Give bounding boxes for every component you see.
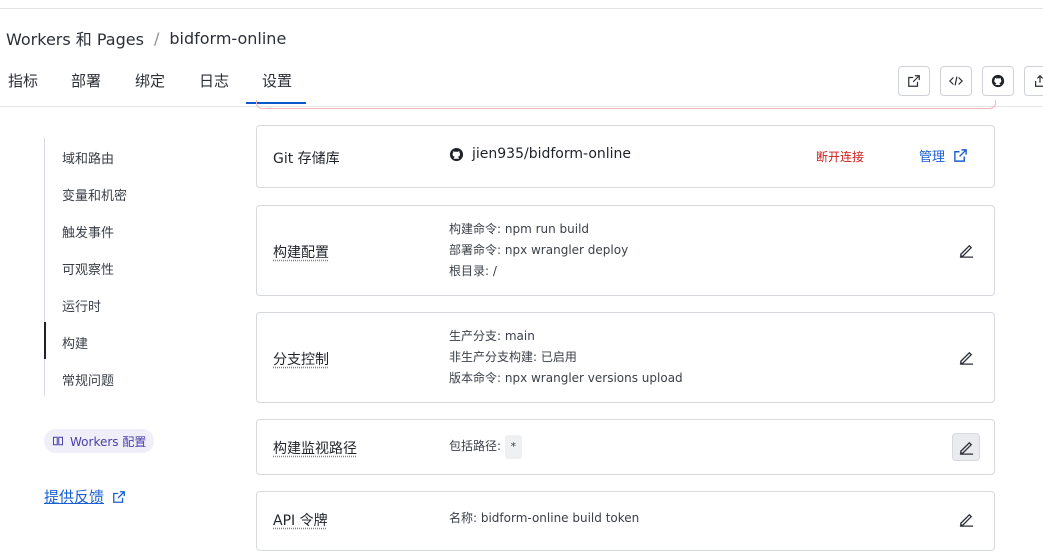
edit-build-config-button[interactable] xyxy=(952,236,980,264)
watch-paths-details: 包括路径: * xyxy=(449,434,522,459)
share-icon xyxy=(1033,74,1043,88)
pencil-icon xyxy=(958,242,975,259)
external-link-icon xyxy=(112,490,126,504)
top-bar xyxy=(0,0,1043,9)
feedback-label: 提供反馈 xyxy=(44,486,104,507)
production-branch: 生产分支: main xyxy=(449,326,683,347)
sidebar-item-domains-routes[interactable]: 域和路由 xyxy=(62,148,114,167)
github-button[interactable] xyxy=(982,66,1014,96)
git-repository-label: Git 存储库 xyxy=(273,148,340,168)
versions-command: 版本命令: npx wrangler versions upload xyxy=(449,368,683,389)
tab-logs[interactable]: 日志 xyxy=(197,66,231,104)
sidebar-item-build[interactable]: 构建 xyxy=(62,333,88,352)
manage-link[interactable]: 管理 xyxy=(919,146,968,165)
repository-name-text: jien935/bidform-online xyxy=(472,146,631,162)
edit-api-token-button[interactable] xyxy=(952,505,980,533)
external-link-icon xyxy=(953,148,968,163)
include-paths-label: 包括路径: xyxy=(449,439,501,453)
sidebar-item-triggers[interactable]: 触发事件 xyxy=(62,222,114,241)
sidebar-item-variables-secrets[interactable]: 变量和机密 xyxy=(62,185,127,204)
sidebar-item-general[interactable]: 常规问题 xyxy=(62,370,114,389)
pencil-icon xyxy=(958,511,975,528)
manage-label: 管理 xyxy=(919,146,945,165)
tab-metrics[interactable]: 指标 xyxy=(6,66,40,104)
tab-settings[interactable]: 设置 xyxy=(246,66,306,104)
branch-control-details: 生产分支: main 非生产分支构建: 已启用 版本命令: npx wrangl… xyxy=(449,326,683,389)
build-config-label: 构建配置 xyxy=(273,242,329,262)
settings-sidebar: 域和路由 变量和机密 触发事件 可观察性 运行时 构建 常规问题 xyxy=(44,138,195,396)
edit-watch-paths-button[interactable] xyxy=(952,433,980,461)
workers-config-link[interactable]: Workers 配置 xyxy=(44,429,154,453)
share-button[interactable] xyxy=(1024,66,1043,96)
deploy-command: 部署命令: npx wrangler deploy xyxy=(449,240,628,261)
repository-name[interactable]: jien935/bidform-online xyxy=(449,146,631,162)
build-watch-paths-card: 构建监视路径 包括路径: * xyxy=(256,419,995,475)
include-paths-value: * xyxy=(505,435,522,459)
build-watch-paths-label: 构建监视路径 xyxy=(273,438,357,458)
disconnect-button[interactable]: 断开连接 xyxy=(816,148,864,165)
breadcrumb: Workers 和 Pages / bidform-online xyxy=(6,26,286,50)
edit-branch-control-button[interactable] xyxy=(952,343,980,371)
workers-config-label: Workers 配置 xyxy=(70,433,146,450)
build-config-card: 构建配置 构建命令: npm run build 部署命令: npx wrang… xyxy=(256,205,995,296)
non-production-builds: 非生产分支构建: 已启用 xyxy=(449,347,683,368)
open-external-button[interactable] xyxy=(898,66,930,96)
api-token-card: API 令牌 名称: bidform-online build token xyxy=(256,491,995,551)
pencil-icon xyxy=(958,439,975,456)
tab-bindings[interactable]: 绑定 xyxy=(133,66,167,104)
sidebar-item-runtime[interactable]: 运行时 xyxy=(62,296,101,315)
api-token-label: API 令牌 xyxy=(273,510,328,530)
build-config-details: 构建命令: npm run build 部署命令: npx wrangler d… xyxy=(449,219,628,282)
api-token-details: 名称: bidform-online build token xyxy=(449,508,639,529)
breadcrumb-current: bidform-online xyxy=(169,29,286,48)
book-icon xyxy=(52,435,64,447)
git-repository-card: Git 存储库 jien935/bidform-online 断开连接 管理 xyxy=(256,125,995,188)
pencil-icon xyxy=(958,349,975,366)
github-icon xyxy=(449,147,464,162)
token-name: 名称: bidform-online build token xyxy=(449,508,639,529)
branch-control-card: 分支控制 生产分支: main 非生产分支构建: 已启用 版本命令: npx w… xyxy=(256,312,995,403)
feedback-link[interactable]: 提供反馈 xyxy=(44,486,126,507)
tab-deployments[interactable]: 部署 xyxy=(69,66,103,104)
code-icon xyxy=(949,74,963,88)
code-button[interactable] xyxy=(940,66,972,96)
breadcrumb-root[interactable]: Workers 和 Pages xyxy=(6,26,144,50)
build-command: 构建命令: npm run build xyxy=(449,219,628,240)
sidebar-item-observability[interactable]: 可观察性 xyxy=(62,259,114,278)
alert-card-edge xyxy=(256,100,996,109)
branch-control-label: 分支控制 xyxy=(273,349,329,369)
external-link-icon xyxy=(907,74,921,88)
breadcrumb-separator: / xyxy=(154,29,159,48)
github-icon xyxy=(991,74,1005,88)
sidebar-active-indicator xyxy=(44,322,46,359)
root-directory: 根目录: / xyxy=(449,261,628,282)
